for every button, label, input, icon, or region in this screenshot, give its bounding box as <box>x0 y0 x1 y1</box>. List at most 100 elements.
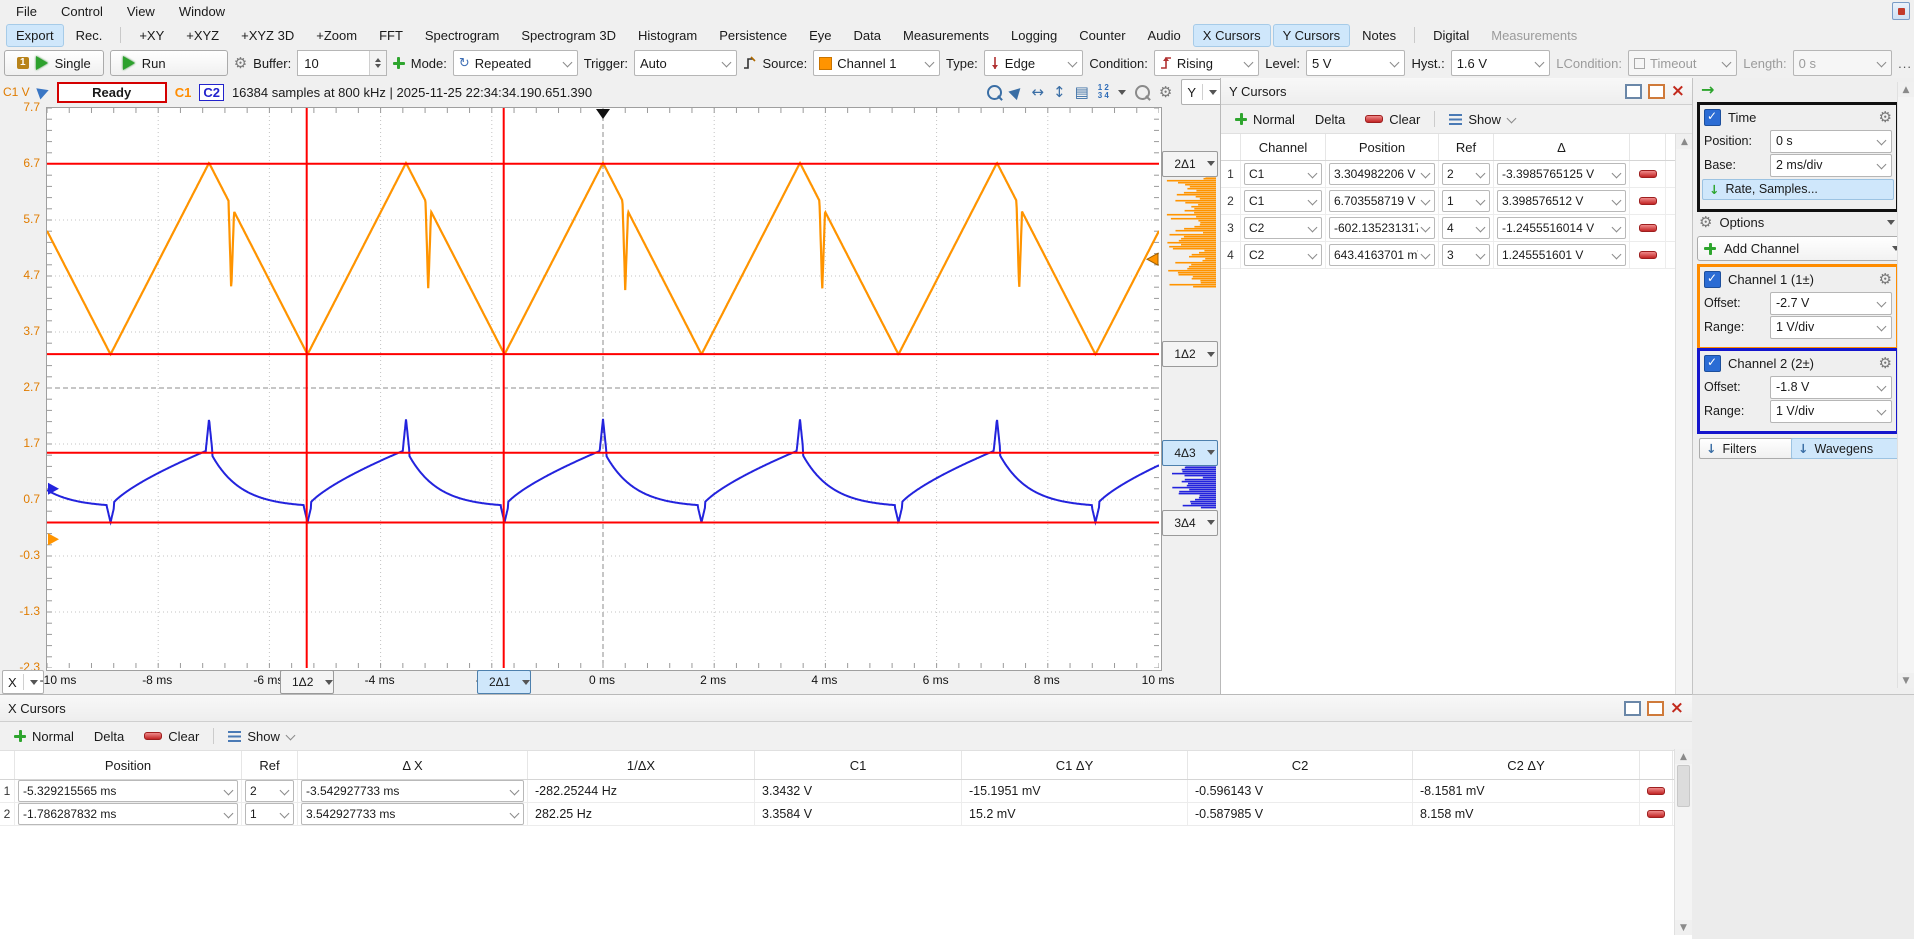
tab-eye[interactable]: Eye <box>799 24 841 47</box>
menu-control[interactable]: Control <box>51 2 113 21</box>
y-axis-selector[interactable]: Y <box>1181 79 1223 105</box>
buffer-spin-arrows[interactable] <box>369 51 386 75</box>
type-select[interactable]: Edge <box>984 50 1084 76</box>
y-cursor-delta-select[interactable]: -3.3985765125 V <box>1497 163 1626 185</box>
tab-persistence[interactable]: Persistence <box>709 24 797 47</box>
run-button[interactable]: Run <box>110 50 228 76</box>
tab-logging[interactable]: Logging <box>1001 24 1067 47</box>
tab-data[interactable]: Data <box>844 24 891 47</box>
tab-counter[interactable]: Counter <box>1069 24 1135 47</box>
menu-file[interactable]: File <box>6 2 47 21</box>
y-cursor-marker-1-2[interactable]: 1Δ2 <box>1162 341 1218 367</box>
y-cursors-titlebar[interactable]: Y Cursors × <box>1221 78 1693 105</box>
zoom-in-icon[interactable] <box>987 85 1002 100</box>
y-cursor-delta-select[interactable]: 1.245551601 V <box>1497 244 1626 266</box>
x-cursor-ref-select[interactable]: 2 <box>245 780 294 802</box>
dock-icon[interactable] <box>1625 84 1642 99</box>
buffer-stepper[interactable]: 10 <box>297 50 387 76</box>
remove-cursor-button[interactable] <box>1640 780 1672 802</box>
level-select[interactable]: 5 V <box>1306 50 1406 76</box>
tools-caret-icon[interactable] <box>1118 90 1126 95</box>
add-normal-cursor-button[interactable]: Normal <box>1229 110 1301 129</box>
tab-measurements[interactable]: Measurements <box>893 24 999 47</box>
tab-digital[interactable]: Digital <box>1423 24 1479 47</box>
length-select[interactable]: 0 s <box>1793 50 1893 76</box>
remove-cursor-button[interactable] <box>1630 242 1665 268</box>
measure-icon[interactable]: ▤ <box>1075 84 1089 100</box>
trigger-select[interactable]: Auto <box>634 50 737 76</box>
config-scrollbar[interactable]: ▲ ▼ <box>1897 82 1914 688</box>
tab-export[interactable]: Export <box>6 24 64 47</box>
tab-notes[interactable]: Notes <box>1352 24 1406 47</box>
tab-x-cursors[interactable]: X Cursors <box>1193 24 1271 47</box>
tab-xy[interactable]: +XY <box>129 24 174 47</box>
tab-spectrogram[interactable]: Spectrogram <box>415 24 509 47</box>
remove-cursor-button[interactable] <box>1640 803 1672 825</box>
channel2-offset-select[interactable]: -1.8 V <box>1770 376 1892 399</box>
add-delta-cursor-button[interactable]: Delta <box>1309 110 1351 129</box>
y-cursor-channel-select[interactable]: C1 <box>1244 190 1322 212</box>
maximize-icon[interactable] <box>1648 84 1665 99</box>
y-cursor-position-select[interactable]: 3.304982206 V <box>1329 163 1435 185</box>
channel1-checkbox[interactable] <box>1704 271 1721 288</box>
scroll-down-icon[interactable]: ▼ <box>1675 920 1692 935</box>
pointer-icon[interactable] <box>1009 84 1025 100</box>
x-cursor-ref-select[interactable]: 1 <box>245 803 294 825</box>
x-cursors-scrollbar[interactable]: ▲ ▼ <box>1674 749 1692 935</box>
source-select[interactable]: Channel 1 <box>813 50 940 76</box>
y-cursor-ref-select[interactable]: 2 <box>1442 163 1490 185</box>
y-cursor-ref-select[interactable]: 3 <box>1442 244 1490 266</box>
clear-cursors-button[interactable]: Clear <box>1359 110 1426 129</box>
y-cursor-marker-4-3[interactable]: 4Δ3 <box>1162 440 1218 466</box>
y-cursor-position-select[interactable]: 643.4163701 mV <box>1329 244 1435 266</box>
add-delta-cursor-button[interactable]: Delta <box>88 727 130 746</box>
y-cursor-ref-select[interactable]: 1 <box>1442 190 1490 212</box>
channel2-badge[interactable]: C2 <box>199 84 224 101</box>
channel-order-icon[interactable]: 1 2 3 4 <box>1098 84 1109 100</box>
x-cursor-marker-2-1[interactable]: 2Δ1 <box>477 670 531 694</box>
time-position-select[interactable]: 0 s <box>1770 130 1892 153</box>
y-cursors-scrollbar[interactable]: ▲ <box>1675 134 1693 694</box>
x-cursor-marker-1-2[interactable]: 1Δ2 <box>280 670 334 694</box>
rate-samples-button[interactable]: ↓Rate, Samples... <box>1702 179 1894 200</box>
x-cursors-titlebar[interactable]: X Cursors × <box>0 695 1692 722</box>
scroll-thumb[interactable] <box>1677 765 1690 807</box>
y-cursor-marker-2-1[interactable]: 2Δ1 <box>1162 151 1218 177</box>
mode-select[interactable]: ↻ Repeated <box>453 50 578 76</box>
channel1-badge[interactable]: C1 <box>175 85 192 100</box>
y-cursor-channel-select[interactable]: C1 <box>1244 163 1322 185</box>
y-cursor-delta-select[interactable]: -1.2455516014 V <box>1497 217 1626 239</box>
channel1-range-select[interactable]: 1 V/div <box>1770 316 1892 339</box>
scroll-up-icon[interactable]: ▲ <box>1675 749 1692 764</box>
x-cursor-position-select[interactable]: -5.329215565 ms <box>18 780 238 802</box>
y-cursor-channel-select[interactable]: C2 <box>1244 244 1322 266</box>
tab-rec[interactable]: Rec. <box>66 24 113 47</box>
app-corner-icon[interactable] <box>1892 2 1910 20</box>
scroll-up-icon[interactable]: ▲ <box>1676 134 1693 149</box>
channel2-checkbox[interactable] <box>1704 355 1721 372</box>
scroll-up-icon[interactable]: ▲ <box>1898 82 1914 97</box>
close-icon[interactable]: × <box>1671 84 1685 98</box>
waveform-plot[interactable] <box>46 107 1162 671</box>
maximize-icon[interactable] <box>1647 701 1664 716</box>
y-cursor-marker-3-4[interactable]: 3Δ4 <box>1162 510 1218 536</box>
wavegens-button[interactable]: ↓Wavegens <box>1791 438 1907 459</box>
tab-spectrogram-3d[interactable]: Spectrogram 3D <box>511 24 626 47</box>
x-cursor-position-select[interactable]: -1.786287832 ms <box>18 803 238 825</box>
time-checkbox[interactable] <box>1704 109 1721 126</box>
channel1-offset-select[interactable]: -2.7 V <box>1770 292 1892 315</box>
search-icon[interactable] <box>1135 85 1150 100</box>
menu-view[interactable]: View <box>117 2 165 21</box>
plot-settings-icon[interactable]: ⚙ <box>1159 85 1172 100</box>
lcondition-select[interactable]: Timeout <box>1628 50 1737 76</box>
y-cursor-position-select[interactable]: 6.703558719 V <box>1329 190 1435 212</box>
clear-cursors-button[interactable]: Clear <box>138 727 205 746</box>
close-icon[interactable]: × <box>1670 701 1684 715</box>
menu-window[interactable]: Window <box>169 2 235 21</box>
tab-measurements[interactable]: Measurements <box>1481 24 1587 47</box>
add-normal-cursor-button[interactable]: Normal <box>8 727 80 746</box>
toolbar-overflow-button[interactable]: ... <box>1898 56 1912 71</box>
remove-cursor-button[interactable] <box>1630 161 1665 187</box>
tab-fft[interactable]: FFT <box>369 24 413 47</box>
hysteresis-select[interactable]: 1.6 V <box>1451 50 1551 76</box>
